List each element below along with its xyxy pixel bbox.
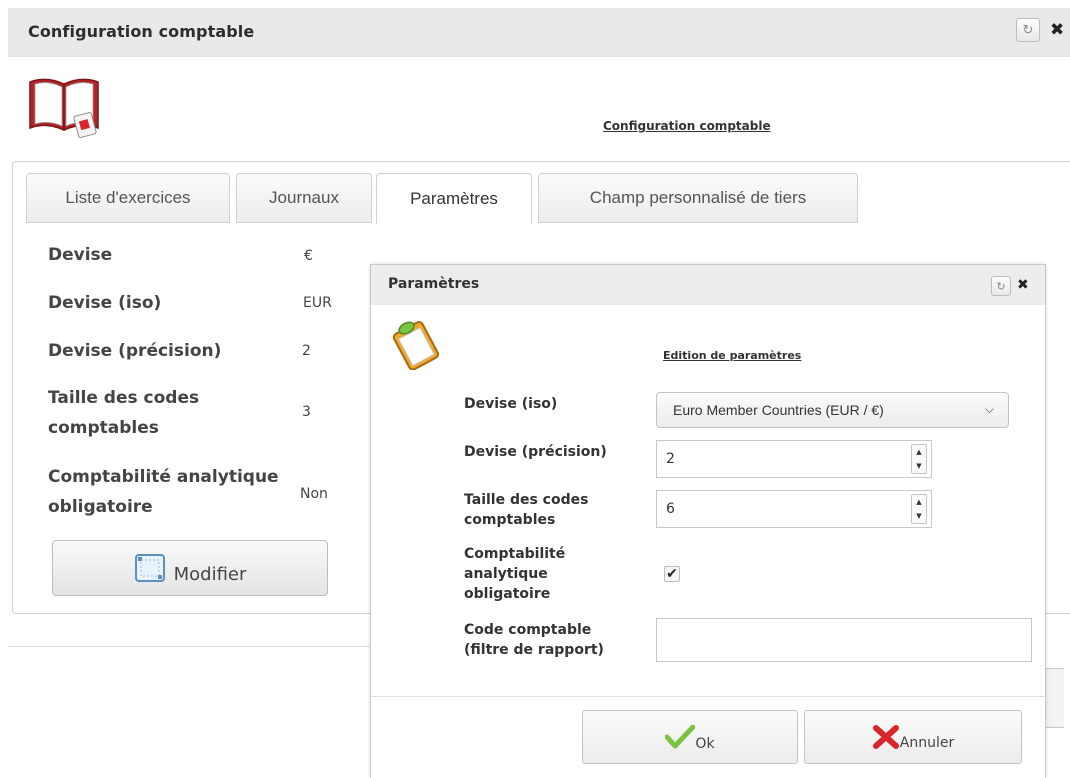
modify-button[interactable]: Modifier xyxy=(52,540,328,596)
cross-icon xyxy=(872,725,899,749)
param-label-analytic: Comptabilité analytique obligatoire xyxy=(48,467,279,517)
stepper-down-icon[interactable]: ▼ xyxy=(916,512,921,520)
page-heading-link[interactable]: Configuration comptable xyxy=(603,119,771,133)
field-label-analytic: Comptabilité analytique obligatoire xyxy=(464,546,566,602)
precision-stepper[interactable]: 2 ▲ ▼ xyxy=(656,440,932,478)
window-title: Configuration comptable xyxy=(28,22,255,41)
tab-custom-fields[interactable]: Champ personnalisé de tiers xyxy=(538,173,858,223)
field-label-report-filter: Code comptable (filtre de rapport) xyxy=(464,622,604,658)
refresh-button[interactable]: ↻ xyxy=(1016,18,1040,42)
checkmark-icon xyxy=(665,725,696,749)
ok-button[interactable]: Ok xyxy=(582,710,798,764)
ok-button-label: Ok xyxy=(695,736,715,752)
param-label-currency-iso: Devise (iso) xyxy=(48,293,162,313)
stepper-arrows[interactable]: ▲ ▼ xyxy=(911,444,927,474)
field-label-currency-iso: Devise (iso) xyxy=(464,396,558,412)
param-value-currency-iso: EUR xyxy=(303,295,332,311)
param-label-precision: Devise (précision) xyxy=(48,341,222,361)
refresh-icon: ↻ xyxy=(996,279,1006,293)
stepper-up-icon[interactable]: ▲ xyxy=(916,448,921,456)
modify-button-label: Modifier xyxy=(173,563,247,585)
accounting-book-icon xyxy=(29,78,99,139)
param-label-currency: Devise xyxy=(48,245,113,265)
dialog-refresh-button[interactable]: ↻ xyxy=(991,276,1011,296)
analytic-required-checkbox[interactable]: ✔ xyxy=(664,566,680,582)
stepper-arrows[interactable]: ▲ ▼ xyxy=(911,494,927,524)
stepper-down-icon[interactable]: ▼ xyxy=(916,462,921,470)
field-label-precision: Devise (précision) xyxy=(464,444,607,460)
field-label-code-size: Taille des codes comptables xyxy=(464,492,589,528)
cancel-button[interactable]: Annuler xyxy=(804,710,1022,764)
tab-journals[interactable]: Journaux xyxy=(236,173,372,223)
refresh-icon: ↻ xyxy=(1022,22,1034,38)
precision-value: 2 xyxy=(666,451,675,467)
close-icon: ✖ xyxy=(1050,20,1065,40)
window-close-button[interactable]: ✖ xyxy=(1050,20,1064,40)
param-value-precision: 2 xyxy=(302,343,311,359)
chevron-down-icon: ⌵ xyxy=(984,402,994,416)
dialog-heading-link[interactable]: Edition de paramètres xyxy=(663,349,801,362)
cancel-button-label: Annuler xyxy=(899,735,955,751)
tab-parameters[interactable]: Paramètres xyxy=(376,173,532,224)
param-value-code-size: 3 xyxy=(302,404,311,420)
code-size-stepper[interactable]: 6 ▲ ▼ xyxy=(656,490,932,528)
code-size-value: 6 xyxy=(666,501,675,517)
stepper-up-icon[interactable]: ▲ xyxy=(916,498,921,506)
edit-frame-icon xyxy=(134,554,165,582)
dialog-close-button[interactable]: ✖ xyxy=(1017,277,1029,293)
clipboard-icon xyxy=(392,321,440,370)
currency-iso-selected: Euro Member Countries (EUR / €) xyxy=(673,402,884,418)
report-filter-input[interactable] xyxy=(656,618,1032,662)
param-value-currency: € xyxy=(304,248,313,264)
dialog-footer-divider xyxy=(371,696,1045,697)
checkmark-icon: ✔ xyxy=(666,566,678,582)
divider xyxy=(8,646,370,647)
currency-iso-select[interactable]: Euro Member Countries (EUR / €) ⌵ xyxy=(656,392,1009,428)
tab-exercises[interactable]: Liste d'exercices xyxy=(26,173,230,223)
dialog-title: Paramètres xyxy=(388,276,480,292)
param-value-analytic: Non xyxy=(300,486,328,502)
close-icon: ✖ xyxy=(1017,277,1029,293)
param-label-code-size: Taille des codes comptables xyxy=(48,388,200,438)
